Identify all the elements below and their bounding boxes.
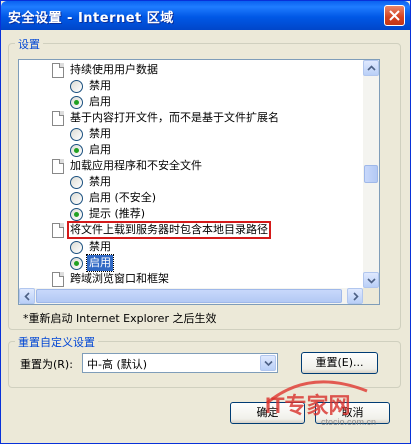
setting-page-icon xyxy=(52,63,64,78)
reset-level-value: 中-高 (默认) xyxy=(87,358,148,371)
radio-button[interactable] xyxy=(70,80,83,93)
setting-header-persist-userdata: 持续使用用户数据 xyxy=(70,63,158,76)
horizontal-scrollbar[interactable] xyxy=(19,288,363,304)
radio-button[interactable] xyxy=(70,128,83,141)
settings-group-label: 设置 xyxy=(15,36,43,52)
settings-tree-list[interactable]: 持续使用用户数据 禁用 启用 基于内容打开文件，而不是基于文件扩展名 禁用 启用… xyxy=(18,59,380,305)
option-label[interactable]: 禁用 xyxy=(89,78,111,94)
radio-button[interactable] xyxy=(70,176,83,189)
reset-group-label: 重置自定义设置 xyxy=(15,334,98,350)
restart-note: *重新启动 Internet Explorer 之后生效 xyxy=(23,312,217,325)
close-button[interactable] xyxy=(384,5,405,26)
itexpert-watermark-logo: IT专家网 ctocio.com.cn xyxy=(265,380,376,427)
setting-page-icon xyxy=(52,111,64,126)
radio-button[interactable] xyxy=(70,208,83,221)
watermark-main-text: IT专家网 xyxy=(265,393,351,418)
window-title: 安全设置 - Internet 区域 xyxy=(8,11,174,26)
reset-to-label: 重置为(R): xyxy=(20,358,73,371)
setting-page-icon xyxy=(52,159,64,174)
horizontal-scroll-thumb[interactable] xyxy=(36,289,342,303)
dropdown-button[interactable] xyxy=(260,355,276,371)
option-label[interactable]: 禁用 xyxy=(89,126,111,142)
scroll-corner xyxy=(363,288,379,304)
chevron-down-icon xyxy=(264,360,273,367)
close-icon xyxy=(389,10,400,21)
radio-button[interactable] xyxy=(70,144,83,157)
watermark-sub-text: ctocio.com.cn xyxy=(321,417,376,427)
vertical-scrollbar[interactable] xyxy=(363,60,379,288)
vertical-scroll-thumb[interactable] xyxy=(364,165,378,183)
radio-button[interactable] xyxy=(70,96,83,109)
option-label[interactable]: 启用 xyxy=(89,142,111,158)
scroll-up-button[interactable] xyxy=(363,60,379,76)
scroll-down-button[interactable] xyxy=(363,272,379,288)
setting-header-include-local-path: 将文件上载到服务器时包含本地目录路径 xyxy=(67,221,271,239)
radio-button[interactable] xyxy=(70,192,83,205)
setting-header-load-apps: 加载应用程序和不安全文件 xyxy=(70,159,202,172)
option-label[interactable]: 启用 (不安全) xyxy=(89,190,156,206)
chevron-up-icon xyxy=(367,65,376,71)
scroll-left-button[interactable] xyxy=(19,288,35,304)
setting-header-open-by-content: 基于内容打开文件，而不是基于文件扩展名 xyxy=(70,111,279,124)
radio-button[interactable] xyxy=(70,241,83,254)
chevron-right-icon xyxy=(353,292,359,301)
reset-level-select[interactable]: 中-高 (默认) xyxy=(82,353,278,373)
chevron-left-icon xyxy=(24,292,30,301)
setting-page-icon xyxy=(52,272,64,287)
option-label[interactable]: 提示 (推荐) xyxy=(89,206,145,222)
chevron-down-icon xyxy=(367,278,376,284)
security-settings-dialog: 安全设置 - Internet 区域 设置 持续使用用户数据 禁用 启用 基于内… xyxy=(0,0,411,444)
title-bar[interactable]: 安全设置 - Internet 区域 xyxy=(1,1,410,30)
option-label[interactable]: 禁用 xyxy=(89,174,111,190)
setting-header-cross-domain: 跨域浏览窗口和框架 xyxy=(70,272,169,285)
scroll-right-button[interactable] xyxy=(347,288,363,304)
option-label-selected[interactable]: 启用 xyxy=(86,254,114,272)
option-label[interactable]: 禁用 xyxy=(89,239,111,255)
option-label[interactable]: 启用 xyxy=(89,94,111,110)
setting-page-icon xyxy=(52,223,64,238)
reset-button[interactable]: 重置(E)... xyxy=(301,352,378,374)
radio-button[interactable] xyxy=(70,257,83,270)
